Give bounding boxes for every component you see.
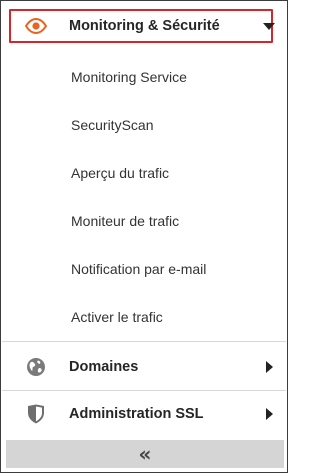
menu-item-monitoring-service[interactable]: Monitoring Service bbox=[71, 67, 187, 87]
menu-item-apercu-trafic[interactable]: Aperçu du trafic bbox=[71, 163, 169, 183]
collapse-menu-button[interactable]: « bbox=[6, 440, 284, 468]
section-label: Domaines bbox=[69, 359, 139, 375]
divider bbox=[2, 390, 286, 391]
eye-icon bbox=[25, 15, 47, 37]
globe-icon bbox=[25, 356, 47, 378]
menu-item-securityscan[interactable]: SecurityScan bbox=[71, 115, 153, 135]
section-label: Monitoring & Sécurité bbox=[69, 18, 220, 34]
chevron-down-icon[interactable] bbox=[263, 22, 275, 30]
section-label: Administration SSL bbox=[69, 406, 204, 422]
navigation-menu: Monitoring & Sécurité Monitoring Service… bbox=[0, 0, 288, 473]
section-monitoring-securite[interactable]: Monitoring & Sécurité bbox=[1, 6, 287, 46]
menu-item-moniteur-trafic[interactable]: Moniteur de trafic bbox=[71, 211, 179, 231]
chevron-right-icon[interactable] bbox=[266, 408, 273, 420]
shield-icon bbox=[25, 403, 47, 425]
divider bbox=[2, 341, 286, 342]
chevron-right-icon[interactable] bbox=[266, 361, 273, 373]
section-domaines[interactable]: Domaines bbox=[1, 347, 287, 387]
double-chevron-left-icon: « bbox=[138, 442, 152, 466]
menu-item-activer-trafic[interactable]: Activer le trafic bbox=[71, 307, 163, 327]
menu-item-notification-email[interactable]: Notification par e-mail bbox=[71, 259, 206, 279]
section-administration-ssl[interactable]: Administration SSL bbox=[1, 394, 287, 434]
